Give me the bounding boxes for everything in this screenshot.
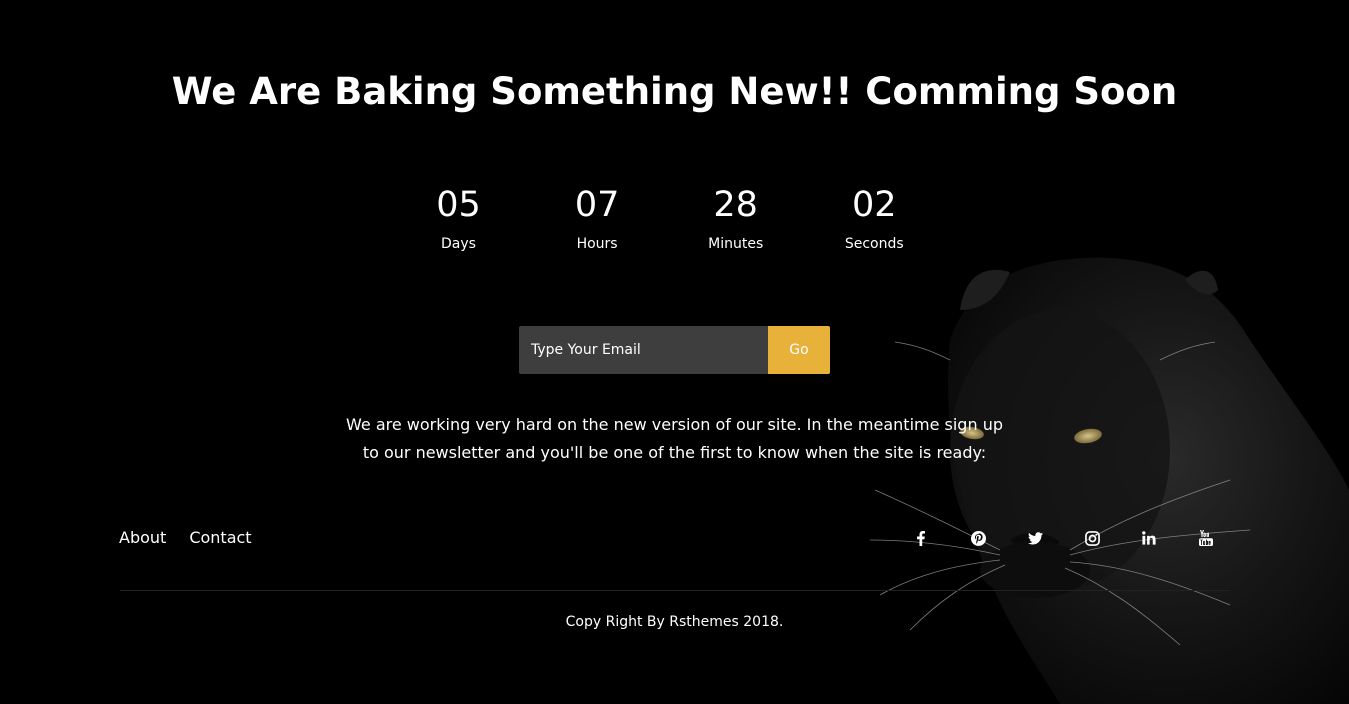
footer-link-contact[interactable]: Contact — [189, 526, 251, 550]
youtube-icon[interactable] — [1191, 524, 1221, 552]
black-panther-image — [869, 257, 1349, 704]
newsletter-form: Go — [519, 326, 830, 374]
social-links — [906, 524, 1221, 552]
footer-nav: About Contact — [119, 526, 275, 550]
countdown-minutes: 28 Minutes — [677, 184, 794, 254]
countdown-days: 05 Days — [400, 184, 517, 254]
countdown-hours-label: Hours — [576, 236, 618, 252]
pinterest-icon[interactable] — [963, 524, 993, 552]
twitter-icon[interactable] — [1020, 524, 1050, 552]
linkedin-icon[interactable] — [1134, 524, 1164, 552]
facebook-icon[interactable] — [906, 524, 936, 552]
countdown-minutes-value: 28 — [713, 185, 758, 225]
countdown-days-label: Days — [441, 236, 476, 252]
footer-divider — [120, 590, 1230, 591]
go-button[interactable]: Go — [768, 326, 830, 374]
countdown-minutes-label: Minutes — [708, 236, 764, 252]
countdown-timer: 05 Days 07 Hours 28 Minutes 02 Seconds — [400, 184, 960, 254]
countdown-hours: 07 Hours — [539, 184, 656, 254]
instagram-icon[interactable] — [1077, 524, 1107, 552]
copyright-text: Copy Right By Rsthemes 2018. — [565, 614, 784, 630]
description-text: We are working very hard on the new vers… — [346, 415, 1003, 462]
countdown-seconds-value: 02 — [852, 185, 897, 225]
email-input[interactable] — [519, 326, 768, 374]
countdown-hours-value: 07 — [574, 185, 620, 225]
page-title: We Are Baking Something New!! Comming So… — [171, 70, 1178, 113]
countdown-seconds-label: Seconds — [844, 236, 904, 252]
footer-link-about[interactable]: About — [119, 526, 166, 550]
countdown-seconds: 02 Seconds — [816, 184, 933, 254]
countdown-days-value: 05 — [436, 185, 481, 225]
